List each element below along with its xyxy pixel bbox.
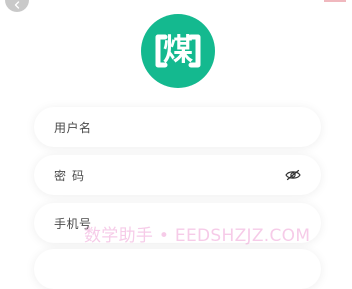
chevron-left-icon bbox=[14, 1, 20, 9]
back-button[interactable] bbox=[5, 0, 29, 12]
status-indicator bbox=[324, 0, 346, 2]
watermark: 数学助手 • EEDSHZJZ.COM bbox=[84, 226, 311, 246]
username-placeholder: 用户名 bbox=[54, 120, 92, 135]
password-field[interactable]: 密码 bbox=[34, 155, 321, 195]
next-field[interactable] bbox=[34, 249, 321, 289]
password-placeholder: 密码 bbox=[54, 168, 91, 183]
logo-character: 煤 bbox=[163, 33, 193, 68]
username-field[interactable]: 用户名 bbox=[34, 107, 321, 147]
eye-off-icon[interactable] bbox=[285, 169, 301, 181]
app-logo: 煤 bbox=[141, 14, 215, 88]
